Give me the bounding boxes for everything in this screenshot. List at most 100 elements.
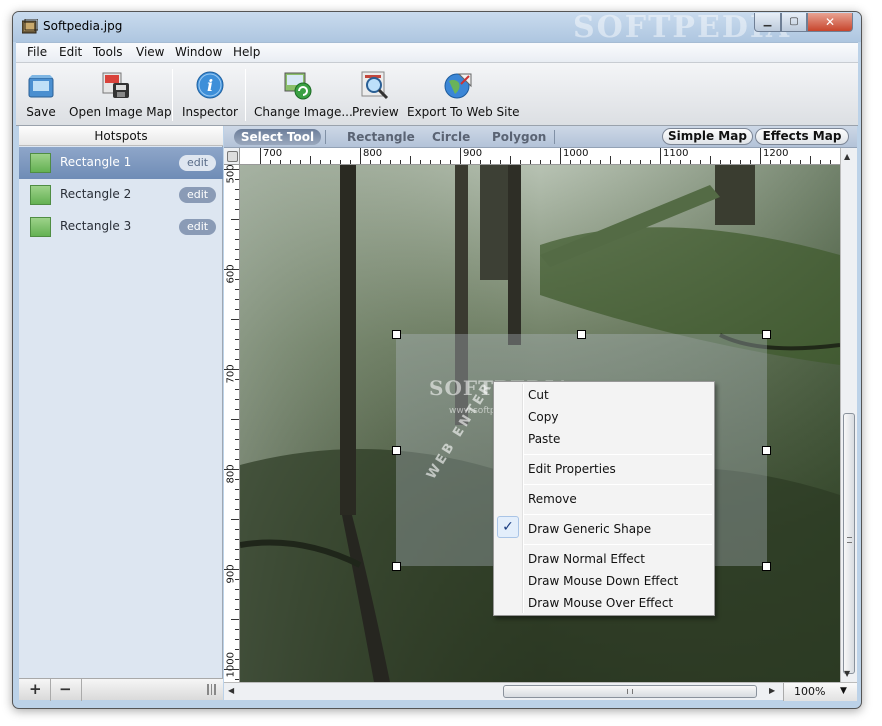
menu-item-copy[interactable]: Copy <box>528 410 558 424</box>
ruler-label: 800 <box>225 464 237 484</box>
ruler-tick <box>330 160 331 164</box>
simple-map-button[interactable]: Simple Map <box>662 128 753 145</box>
menu-file[interactable]: File <box>27 45 47 59</box>
ruler-tick <box>224 269 239 270</box>
resize-handle[interactable] <box>577 330 586 339</box>
hotspot-swatch <box>30 185 51 205</box>
ruler-tick <box>235 189 239 190</box>
menu-item-paste[interactable]: Paste <box>528 432 560 446</box>
export-to-web-site-button[interactable]: Export To Web Site <box>407 63 520 127</box>
ruler-tick <box>235 649 239 650</box>
ruler-tick <box>490 160 491 164</box>
resize-handle[interactable] <box>392 562 401 571</box>
hotspot-edit-button[interactable]: edit <box>179 155 216 171</box>
close-button[interactable]: ✕ <box>807 13 853 32</box>
menu-bar: File Edit Tools View Window Help <box>16 42 858 62</box>
ruler-label: 800 <box>363 148 383 159</box>
ruler-tick <box>280 160 281 164</box>
circle-tool-button[interactable]: Circle <box>432 130 470 144</box>
ruler-tick <box>224 369 239 370</box>
ruler-tick <box>380 160 381 164</box>
ruler-tick <box>235 629 239 630</box>
menu-separator <box>524 454 712 455</box>
ruler-tick <box>780 160 781 164</box>
footer-separator <box>81 679 82 701</box>
scroll-left-icon[interactable]: ◀ <box>228 686 234 695</box>
hotspot-swatch <box>30 153 51 173</box>
hotspot-item[interactable]: Rectangle 3 edit <box>19 211 223 243</box>
ruler-tick <box>810 156 811 164</box>
polygon-tool-button[interactable]: Polygon <box>492 130 546 144</box>
menu-item-draw-generic-shape[interactable]: Draw Generic Shape <box>528 522 651 536</box>
image-canvas[interactable]: SOFTPEDIA www.softpedia.com WEB ENTER Cu… <box>240 165 840 682</box>
menu-window[interactable]: Window <box>175 45 222 59</box>
ruler-tick <box>231 319 239 320</box>
zoom-select[interactable]: 100% ▼ <box>783 683 857 701</box>
scroll-right-icon[interactable]: ▶ <box>769 686 775 695</box>
minimize-button[interactable]: ▁ <box>754 13 781 32</box>
ruler-tick <box>235 259 239 260</box>
ruler-tick <box>580 160 581 164</box>
change-image-icon <box>284 72 312 100</box>
menu-item-draw-mouse-over-effect[interactable]: Draw Mouse Over Effect <box>528 596 673 610</box>
footer-separator <box>50 679 51 701</box>
menu-view[interactable]: View <box>136 45 164 59</box>
window-title: Softpedia.jpg <box>43 19 123 33</box>
ruler-tick <box>235 399 239 400</box>
hotspots-sidebar: Hotspots Rectangle 1 edit Rectangle 2 ed… <box>19 126 223 701</box>
ruler-tick <box>650 160 651 164</box>
menu-item-edit-properties[interactable]: Edit Properties <box>528 462 616 476</box>
hotspot-swatch <box>30 217 51 237</box>
maximize-button[interactable]: ▢ <box>781 13 807 32</box>
resize-handle[interactable] <box>392 330 401 339</box>
mode-separator <box>325 130 326 144</box>
change-image-button[interactable]: Change Image... <box>254 63 353 127</box>
hotspot-edit-button[interactable]: edit <box>179 187 216 203</box>
scroll-up-icon[interactable]: ▲ <box>844 152 850 161</box>
ruler-tick <box>400 160 401 164</box>
ruler-label: 1100 <box>663 148 689 159</box>
vertical-scroll-thumb[interactable] <box>843 413 855 674</box>
menu-tools[interactable]: Tools <box>93 45 123 59</box>
scroll-down-icon[interactable]: ▼ <box>844 669 850 678</box>
resize-handle[interactable] <box>762 330 771 339</box>
preview-button[interactable]: Preview <box>352 63 399 127</box>
rectangle-tool-button[interactable]: Rectangle <box>347 130 415 144</box>
select-tool-button[interactable]: Select Tool <box>234 129 321 145</box>
hotspot-item[interactable]: Rectangle 2 edit <box>19 179 223 211</box>
menu-separator <box>524 544 712 545</box>
save-button[interactable]: Save <box>21 63 61 127</box>
ruler-tick <box>235 479 239 480</box>
save-icon <box>28 75 54 98</box>
open-image-map-button[interactable]: Open Image Map <box>69 63 172 127</box>
effects-map-button[interactable]: Effects Map <box>755 128 849 145</box>
hotspot-item[interactable]: Rectangle 1 edit <box>19 147 223 179</box>
horizontal-scrollbar[interactable]: ◀ ▶ 100% ▼ <box>224 682 857 701</box>
menu-item-cut[interactable]: Cut <box>528 388 549 402</box>
ruler-tick <box>620 160 621 164</box>
ruler-tick <box>340 160 341 164</box>
menu-help[interactable]: Help <box>233 45 260 59</box>
add-hotspot-button[interactable]: + <box>29 680 42 698</box>
resize-handle[interactable] <box>762 446 771 455</box>
inspector-button[interactable]: i Inspector <box>182 63 238 127</box>
remove-hotspot-button[interactable]: − <box>59 680 72 698</box>
menu-item-draw-normal-effect[interactable]: Draw Normal Effect <box>528 552 645 566</box>
horizontal-scroll-thumb[interactable] <box>503 685 757 698</box>
resize-handle[interactable] <box>392 446 401 455</box>
resize-grip-icon[interactable] <box>207 684 216 695</box>
ruler-tick <box>500 160 501 164</box>
horizontal-ruler: 700 800 900 1000 1100 1200 <box>240 148 840 165</box>
context-menu: Cut Copy Paste Edit Properties Remove ✓ … <box>493 381 715 616</box>
menu-item-draw-mouse-down-effect[interactable]: Draw Mouse Down Effect <box>528 574 678 588</box>
ruler-tick <box>750 160 751 164</box>
hotspot-edit-button[interactable]: edit <box>179 219 216 235</box>
menu-item-remove[interactable]: Remove <box>528 492 577 506</box>
tool-mode-bar: Select Tool Rectangle Circle Polygon Sim… <box>224 126 857 148</box>
vertical-scrollbar[interactable]: ▲ ▼ <box>840 148 857 682</box>
ruler-tick <box>790 160 791 164</box>
resize-handle[interactable] <box>762 562 771 571</box>
menu-edit[interactable]: Edit <box>59 45 82 59</box>
ruler-tick <box>235 609 239 610</box>
ruler-tick <box>231 219 239 220</box>
